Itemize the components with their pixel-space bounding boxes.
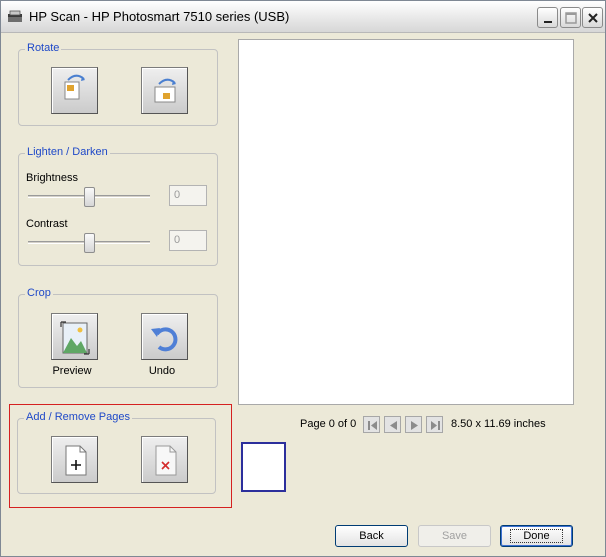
crop-preview-button[interactable] — [51, 313, 98, 360]
lighten-darken-group-label: Lighten / Darken — [25, 146, 110, 158]
rotate-left-button[interactable] — [51, 67, 98, 114]
undo-icon — [151, 327, 178, 352]
brightness-label: Brightness — [26, 172, 78, 184]
save-button[interactable]: Save — [418, 525, 491, 547]
contrast-label: Contrast — [26, 218, 68, 230]
maximize-button[interactable] — [560, 7, 581, 28]
close-button[interactable] — [582, 7, 603, 28]
last-page-icon — [431, 421, 440, 430]
rotate-group-label: Rotate — [25, 42, 62, 54]
previous-page-button[interactable] — [384, 416, 401, 433]
crop-preview-label: Preview — [52, 365, 92, 377]
hp-scan-window: HP Scan - HP Photosmart 7510 series (USB… — [0, 0, 606, 557]
next-page-button[interactable] — [405, 416, 422, 433]
maximize-icon — [565, 12, 577, 24]
rotate-right-button[interactable] — [141, 67, 188, 114]
contrast-slider-thumb[interactable] — [84, 233, 95, 253]
done-button[interactable]: Done — [500, 525, 573, 547]
page-thumbnail[interactable] — [241, 442, 286, 492]
rotate-left-icon — [64, 74, 85, 100]
title-bar[interactable]: HP Scan - HP Photosmart 7510 series (USB… — [1, 1, 605, 33]
undo-label: Undo — [148, 365, 176, 377]
remove-page-icon — [155, 445, 177, 476]
done-button-label: Done — [510, 529, 563, 543]
scanner-app-icon — [7, 10, 23, 24]
first-page-icon — [368, 421, 377, 430]
contrast-value-field[interactable]: 0 — [169, 230, 207, 251]
page-dimensions-label: 8.50 x 11.69 inches — [451, 418, 546, 430]
crop-group-label: Crop — [25, 287, 53, 299]
scan-preview-area[interactable] — [238, 39, 574, 405]
brightness-slider-thumb[interactable] — [84, 187, 95, 207]
brightness-value-field[interactable]: 0 — [169, 185, 207, 206]
window-title: HP Scan - HP Photosmart 7510 series (USB… — [29, 9, 290, 24]
add-remove-pages-group-label: Add / Remove Pages — [24, 411, 132, 423]
back-button[interactable]: Back — [335, 525, 408, 547]
first-page-button[interactable] — [363, 416, 380, 433]
crop-preview-icon — [60, 321, 90, 355]
previous-page-icon — [390, 421, 397, 430]
rotate-right-icon — [154, 78, 176, 103]
next-page-icon — [411, 421, 418, 430]
undo-button[interactable] — [141, 313, 188, 360]
minimize-button[interactable] — [537, 7, 558, 28]
close-icon — [588, 13, 598, 23]
page-count-label: Page 0 of 0 — [300, 418, 357, 430]
remove-page-button[interactable] — [141, 436, 188, 483]
add-page-icon — [65, 445, 87, 476]
minimize-icon — [544, 21, 552, 23]
add-page-button[interactable] — [51, 436, 98, 483]
last-page-button[interactable] — [426, 416, 443, 433]
